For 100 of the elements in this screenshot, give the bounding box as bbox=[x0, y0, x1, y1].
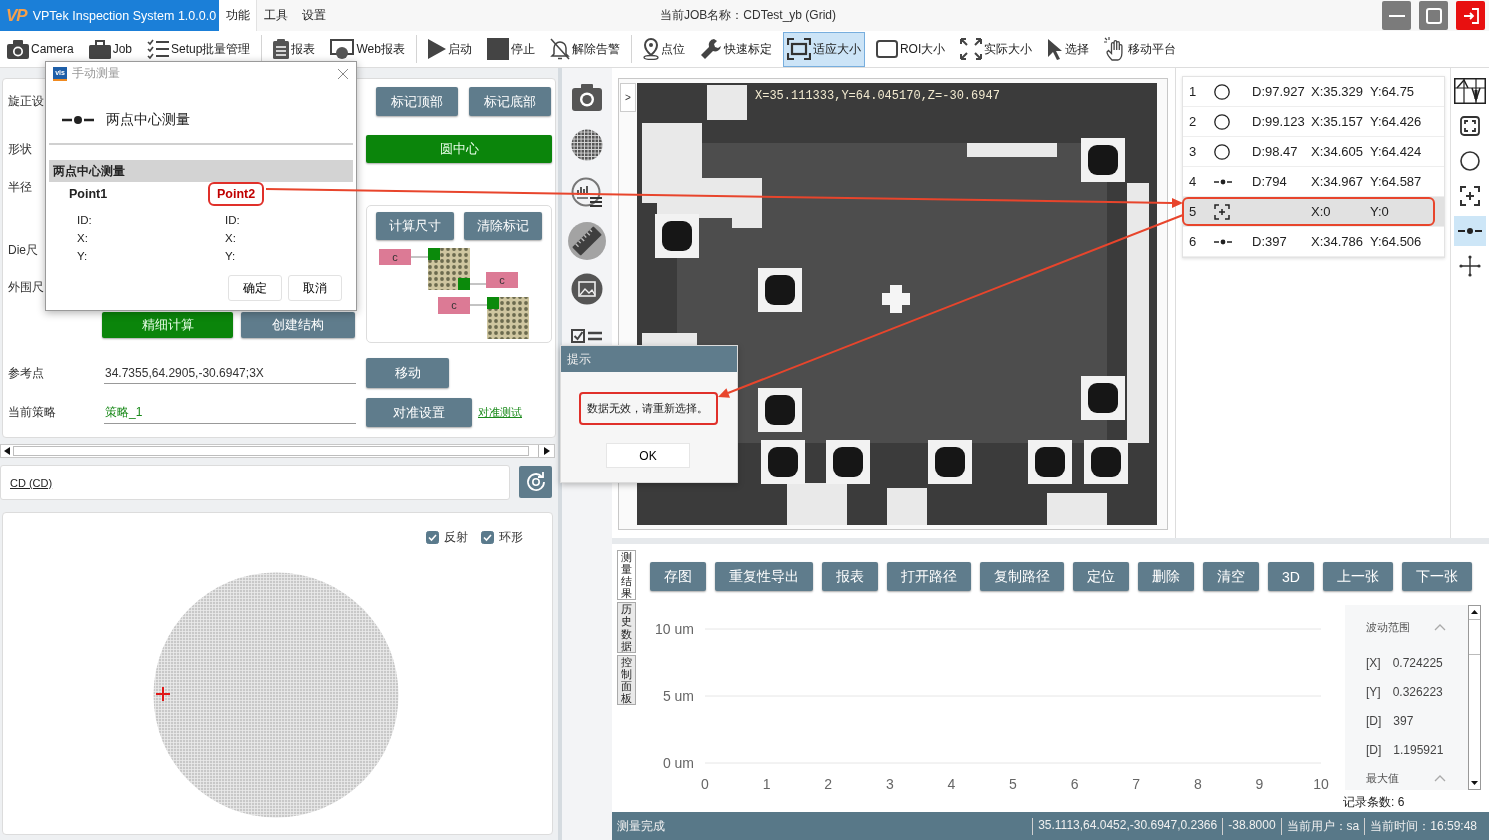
connector-line bbox=[469, 304, 488, 306]
side-tab[interactable]: 历史数据 bbox=[617, 602, 636, 653]
refresh-icon bbox=[524, 471, 547, 493]
result-row[interactable]: 5 X:0 Y:0 bbox=[1183, 197, 1444, 227]
stat-value: 0.326223 bbox=[1392, 684, 1443, 699]
stat-value: 1.195921 bbox=[1393, 742, 1444, 757]
circle-icon[interactable] bbox=[1460, 150, 1480, 171]
move-button[interactable]: 移动 bbox=[366, 358, 449, 388]
action-button[interactable]: 存图 bbox=[650, 562, 706, 591]
point-label[interactable]: Point2 bbox=[208, 182, 265, 206]
left-arrow-icon[interactable] bbox=[4, 447, 10, 455]
mark-button[interactable]: 标记底部 bbox=[469, 87, 551, 116]
stat-key: [X] bbox=[1366, 655, 1381, 670]
briefcase-icon bbox=[88, 39, 111, 59]
reference-point-field[interactable]: 34.7355,64.2905,-30.6947;3X bbox=[104, 362, 356, 384]
status-field: -38.8000 bbox=[1222, 817, 1281, 835]
close-icon[interactable] bbox=[338, 68, 348, 79]
x-value: X:34.786 bbox=[1311, 234, 1365, 249]
toolbar-button[interactable]: Setup批量管理 bbox=[143, 31, 255, 67]
x-tick-label: 7 bbox=[1132, 776, 1141, 792]
action-button[interactable]: 上一张 bbox=[1322, 562, 1393, 591]
action-button[interactable]: 创建结构 bbox=[241, 312, 355, 338]
circle-center-button[interactable]: 圆中心 bbox=[366, 135, 552, 163]
structure-button[interactable]: 计算尺寸 bbox=[376, 212, 454, 240]
action-button[interactable]: 重复性导出 bbox=[715, 562, 813, 591]
checkbox[interactable] bbox=[426, 531, 439, 544]
menu-tab[interactable]: 功能 bbox=[219, 0, 257, 31]
cross-icon[interactable] bbox=[1459, 254, 1481, 277]
horizontal-scrollbar[interactable] bbox=[0, 444, 555, 458]
panel-toggle-button[interactable]: > bbox=[620, 83, 636, 112]
action-button[interactable]: 定位 bbox=[1073, 562, 1129, 591]
field-label: 半径 bbox=[8, 178, 32, 196]
alignment-settings-button[interactable]: 对准设置 bbox=[366, 398, 472, 427]
focus-frame-icon[interactable] bbox=[1460, 115, 1480, 136]
action-button[interactable]: 清空 bbox=[1203, 562, 1259, 591]
dialog-button[interactable]: 确定 bbox=[228, 275, 282, 301]
toolbar-button[interactable]: 实际大小 bbox=[956, 31, 1037, 67]
mark-button[interactable]: 标记顶部 bbox=[376, 87, 458, 116]
toolbar-button[interactable]: 停止 bbox=[482, 31, 539, 67]
result-row[interactable]: 1 D:97.927 X:35.329 Y:64.75 bbox=[1183, 77, 1444, 107]
ok-button[interactable]: OK bbox=[606, 443, 690, 468]
expand-arrows-icon bbox=[960, 38, 983, 60]
toolbar-button[interactable]: 点位 bbox=[638, 31, 689, 67]
toolbar-button[interactable]: Job bbox=[84, 31, 137, 67]
exit-button[interactable] bbox=[1456, 1, 1485, 30]
waveform-icon[interactable] bbox=[1454, 77, 1486, 104]
scroll-thumb[interactable] bbox=[13, 446, 529, 456]
vertical-scrollbar[interactable] bbox=[1468, 605, 1481, 790]
alignment-test-link[interactable]: 对准测试 bbox=[478, 405, 522, 420]
row-index: 3 bbox=[1189, 144, 1198, 159]
minimize-button[interactable] bbox=[1382, 1, 1411, 30]
dialog-button[interactable]: 取消 bbox=[288, 275, 342, 301]
toolbar-button[interactable]: Web报表 bbox=[326, 31, 409, 67]
toolbar-button[interactable]: 快速标定 bbox=[695, 31, 776, 67]
alert-title: 提示 bbox=[561, 346, 737, 372]
x-tick-label: 1 bbox=[762, 776, 771, 792]
action-button[interactable]: 打开路径 bbox=[887, 562, 971, 591]
x-tick-label: 8 bbox=[1193, 776, 1202, 792]
y-tick-label: 5 um bbox=[662, 688, 694, 704]
result-row[interactable]: 3 D:98.47 X:34.605 Y:64.424 bbox=[1183, 137, 1444, 167]
action-button[interactable]: 复制路径 bbox=[980, 562, 1064, 591]
image-icon[interactable] bbox=[571, 273, 603, 305]
toolbar-button[interactable]: 移动平台 bbox=[1100, 31, 1181, 67]
chart-list-icon[interactable] bbox=[571, 177, 603, 209]
action-button[interactable]: 下一张 bbox=[1401, 562, 1472, 591]
field-label: 旋正设 bbox=[8, 93, 44, 110]
stat-value: 397 bbox=[1393, 713, 1414, 728]
row-index: 1 bbox=[1189, 84, 1198, 99]
checkbox-label: 环形 bbox=[499, 529, 523, 546]
action-button[interactable]: 3D bbox=[1268, 562, 1314, 591]
toolbar-button[interactable]: 解除告警 bbox=[545, 31, 624, 67]
result-row[interactable]: 6 D:397 X:34.786 Y:64.506 bbox=[1183, 227, 1444, 257]
maximize-button[interactable] bbox=[1419, 1, 1448, 30]
action-button[interactable]: 精细计算 bbox=[102, 312, 233, 338]
toolbar-button[interactable]: ROI大小 bbox=[871, 31, 950, 67]
connector-line bbox=[469, 283, 487, 285]
menu-tab[interactable]: 工具 bbox=[257, 0, 295, 31]
toolbar-button[interactable]: 适应大小 bbox=[782, 31, 865, 67]
crosshair-icon bbox=[1214, 203, 1230, 220]
ruler-icon[interactable] bbox=[568, 222, 606, 260]
menu-tab[interactable]: 设置 bbox=[295, 0, 333, 31]
right-arrow-icon[interactable] bbox=[543, 447, 550, 455]
side-tab[interactable]: 测量结果 bbox=[617, 550, 636, 601]
action-button[interactable]: 报表 bbox=[822, 562, 878, 591]
action-button[interactable]: 删除 bbox=[1138, 562, 1194, 591]
field-label: 形状 bbox=[8, 140, 32, 158]
toolbar-button[interactable]: 选择 bbox=[1043, 31, 1094, 67]
crosshair-icon[interactable] bbox=[1460, 185, 1480, 206]
grid-circle-icon[interactable] bbox=[571, 129, 603, 161]
refresh-button[interactable] bbox=[519, 466, 552, 498]
toolbar-button[interactable]: 启动 bbox=[423, 31, 476, 67]
structure-button[interactable]: 清除标记 bbox=[464, 212, 542, 240]
checkbox[interactable] bbox=[481, 531, 494, 544]
scroll-thumb[interactable] bbox=[1469, 619, 1480, 655]
side-tab[interactable]: 控制面板 bbox=[617, 654, 636, 706]
point-label[interactable]: Point1 bbox=[60, 182, 117, 206]
camera-icon[interactable] bbox=[571, 81, 603, 113]
cd-selector[interactable]: CD (CD) bbox=[0, 465, 510, 500]
result-row[interactable]: 2 D:99.123 X:35.157 Y:64.426 bbox=[1183, 107, 1444, 137]
strategy-field[interactable]: 策略_1 bbox=[104, 401, 356, 424]
